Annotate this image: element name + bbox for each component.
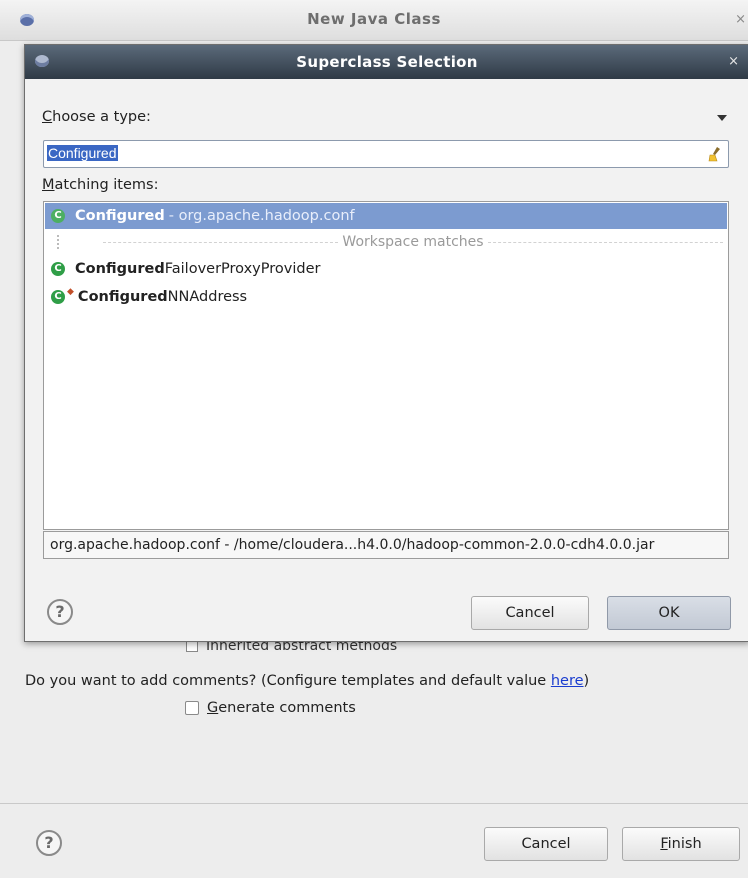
button-bar-divider [0, 803, 748, 804]
clear-brush-icon[interactable] [708, 146, 722, 162]
type-search-input[interactable]: Configured [43, 140, 729, 168]
class-icon [51, 289, 65, 305]
mnemonic-m: M [42, 177, 55, 193]
choose-type-text: hoose a type: [52, 109, 151, 125]
separator-line [103, 241, 339, 243]
list-item-configured[interactable]: Configured - org.apache.hadoop.conf [45, 203, 727, 229]
close-icon[interactable]: × [728, 54, 739, 69]
item-name-bold: Configured [75, 261, 165, 277]
comments-question-suffix: ) [583, 673, 590, 689]
generate-comments-text: enerate comments [218, 700, 356, 716]
list-item-configured-nnaddress[interactable]: ◆ ConfiguredNNAddress [45, 284, 727, 310]
help-icon[interactable]: ? [36, 830, 62, 856]
item-qualifier: - org.apache.hadoop.conf [168, 208, 355, 224]
separator-label: Workspace matches [342, 234, 484, 250]
item-name-bold: Configured [77, 289, 168, 305]
generate-comments-label: Generate comments [207, 700, 356, 716]
search-value: Configured [47, 145, 118, 161]
matching-items-list[interactable]: Configured - org.apache.hadoop.conf Work… [43, 201, 729, 530]
finish-text: inish [667, 836, 702, 852]
item-name-rest: NNAddress [167, 289, 248, 305]
selected-item-location: org.apache.hadoop.conf - /home/cloudera.… [43, 531, 729, 559]
finish-button[interactable]: Finish [622, 827, 740, 861]
window-titlebar: New Java Class × [0, 0, 748, 41]
separator-icon [57, 235, 63, 249]
window-title: New Java Class [307, 10, 441, 28]
class-icon [51, 208, 65, 224]
generate-comments-checkbox[interactable] [185, 701, 199, 715]
dialog-titlebar: Superclass Selection × [25, 45, 748, 79]
mnemonic-g: G [207, 700, 219, 716]
matching-items-label: Matching items: [42, 177, 158, 193]
dialog-title: Superclass Selection [296, 53, 478, 71]
matching-items-text: atching items: [54, 177, 159, 193]
cancel-button[interactable]: Cancel [484, 827, 608, 861]
list-item-configured-failover[interactable]: ConfiguredFailoverProxyProvider [45, 256, 727, 282]
item-name-rest: FailoverProxyProvider [164, 261, 321, 277]
workspace-matches-separator: Workspace matches [45, 230, 727, 254]
view-menu-chevron-down-icon[interactable] [717, 115, 727, 121]
superclass-selection-dialog: Superclass Selection × Choose a type: Co… [24, 44, 748, 642]
configure-templates-link[interactable]: here [551, 673, 584, 689]
separator-line [487, 241, 723, 243]
mnemonic-f: F [660, 836, 668, 852]
item-name: Configured [75, 208, 165, 224]
generate-comments-row[interactable]: Generate comments [185, 700, 356, 716]
choose-type-label: Choose a type: [42, 109, 151, 125]
static-decorator-icon: ◆ [67, 287, 74, 297]
cancel-button[interactable]: Cancel [471, 596, 589, 630]
comments-question: Do you want to add comments? (Configure … [25, 673, 589, 689]
mnemonic-c: C [42, 109, 53, 125]
class-icon [51, 261, 65, 277]
close-icon[interactable]: × [735, 12, 746, 27]
ok-button[interactable]: OK [607, 596, 731, 630]
comments-question-text: Do you want to add comments? (Configure … [25, 673, 551, 689]
help-icon[interactable]: ? [47, 599, 73, 625]
